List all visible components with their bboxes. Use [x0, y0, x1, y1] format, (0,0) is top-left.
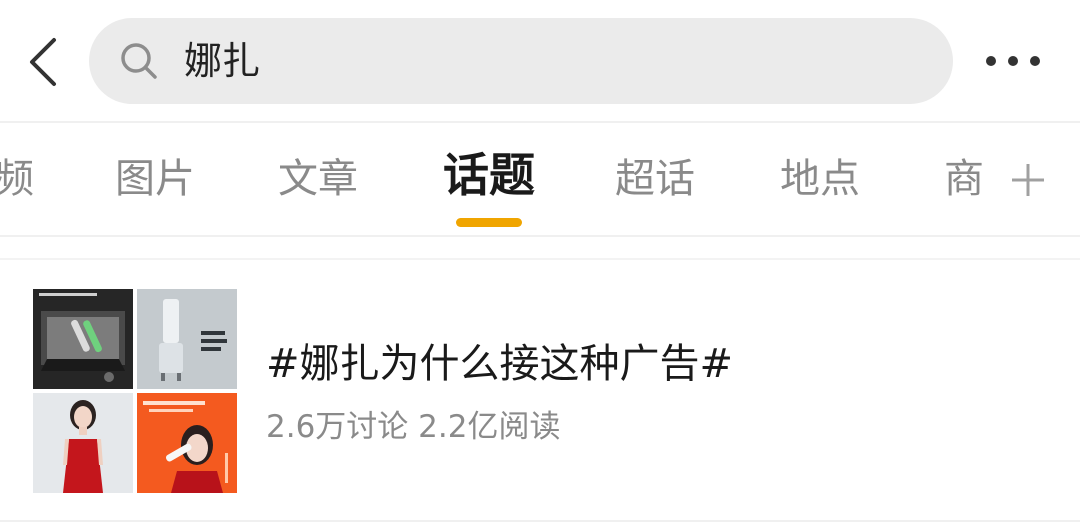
more-dot [986, 56, 996, 66]
thumbnail-product-display [33, 289, 133, 389]
tab-video[interactable]: 频 [0, 151, 34, 207]
thumbnail-device-photo [137, 289, 237, 389]
more-dot [1030, 56, 1040, 66]
search-icon [121, 43, 157, 79]
search-input[interactable]: 娜扎 [89, 18, 953, 104]
more-dot [1008, 56, 1018, 66]
plus-icon [1012, 164, 1044, 196]
tab-bar: 频 图片 文章 话题 超话 地点 商 [0, 123, 1080, 233]
section-gap [0, 237, 1080, 260]
divider [0, 258, 1080, 260]
back-button[interactable] [22, 34, 66, 90]
add-tab-button[interactable] [1008, 160, 1048, 200]
tab-articles[interactable]: 文章 [278, 151, 358, 207]
thumbnail-orange-ad [137, 393, 237, 493]
thumbnail-red-dress-photo [33, 393, 133, 493]
tab-images[interactable]: 图片 [115, 151, 195, 207]
tab-products[interactable]: 商 [944, 151, 984, 207]
chevron-left-icon [30, 38, 56, 86]
tab-super-topics[interactable]: 超话 [615, 151, 695, 207]
tab-topics[interactable]: 话题 [443, 147, 535, 203]
active-tab-indicator [456, 218, 522, 227]
topic-stats: 2.6万讨论 2.2亿阅读 [266, 409, 561, 445]
topic-thumbnail-grid [33, 289, 237, 493]
topic-title[interactable]: #娜扎为什么接这种广告# [266, 336, 733, 392]
divider [0, 520, 1080, 522]
top-bar: 娜扎 [0, 0, 1080, 120]
search-query: 娜扎 [184, 39, 261, 83]
topic-result-item[interactable]: #娜扎为什么接这种广告# 2.6万讨论 2.2亿阅读 [0, 262, 1080, 520]
more-button[interactable] [980, 40, 1052, 80]
tab-places[interactable]: 地点 [780, 151, 860, 207]
